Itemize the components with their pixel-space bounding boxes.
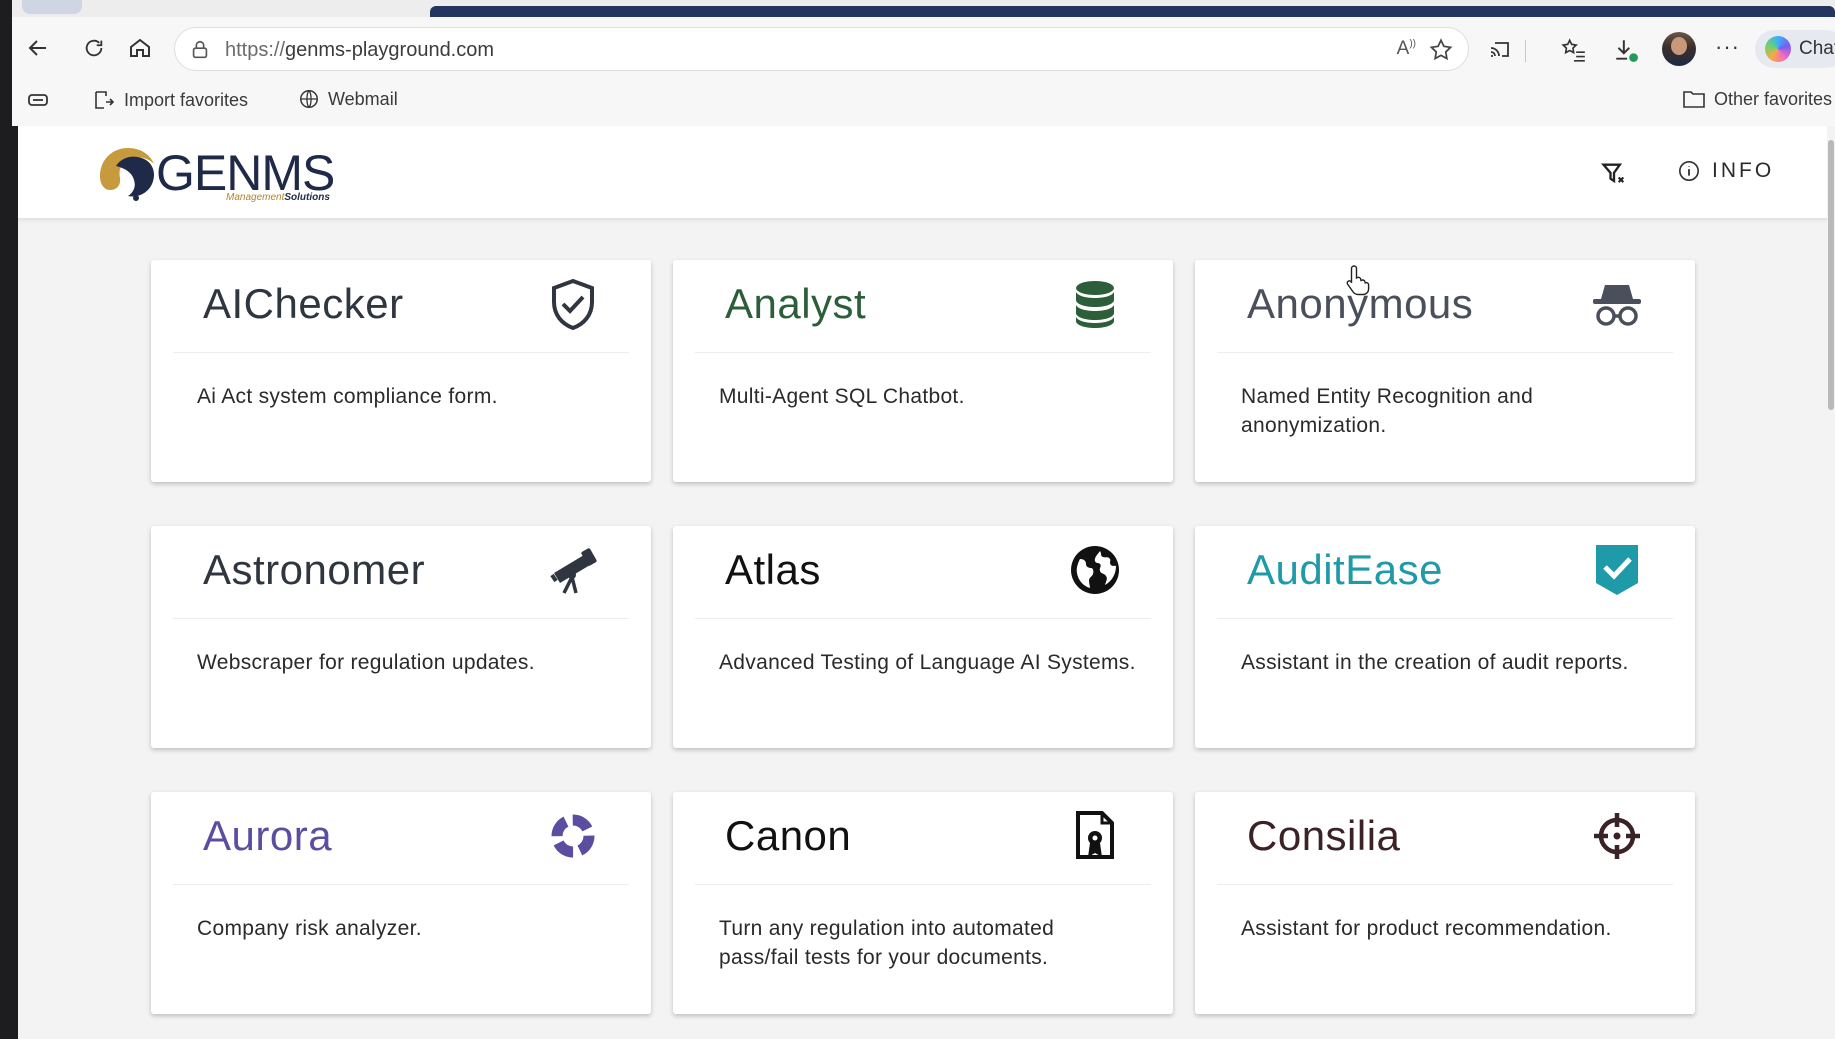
back-button[interactable] — [20, 30, 56, 66]
other-favorites-label: Other favorites — [1714, 88, 1833, 109]
card-title: Astronomer — [203, 546, 426, 593]
refresh-button[interactable] — [76, 30, 112, 66]
card-description: Named Entity Recognition and anonymizati… — [1241, 385, 1534, 437]
card-title: Aurora — [203, 812, 333, 859]
globe-small-icon — [300, 90, 318, 108]
more-options-icon[interactable]: ··· — [1715, 34, 1740, 60]
card-canon[interactable]: Canon Turn any regulation into automated… — [673, 792, 1173, 1014]
page-viewport: GENMS ManagementSolutions INFO AIChecker… — [18, 126, 1835, 1039]
site-info-icon[interactable] — [189, 39, 211, 61]
aurora-ring-icon — [547, 810, 599, 862]
card-aichecker[interactable]: AIChecker Ai Act system compliance form. — [151, 260, 651, 482]
webmail-link[interactable]: Webmail — [298, 88, 398, 110]
sidebar-toggle[interactable] — [26, 88, 50, 112]
telescope-icon — [547, 544, 599, 596]
downloads-icon[interactable] — [1612, 36, 1640, 64]
card-description: Ai Act system compliance form. — [197, 385, 498, 408]
cast-icon[interactable] — [1486, 36, 1514, 64]
card-title: Atlas — [725, 546, 821, 593]
card-divider — [1217, 884, 1673, 885]
browser-chrome: https://genms-playground.com A)) ··· Cha… — [12, 0, 1835, 126]
card-divider — [695, 352, 1151, 353]
card-analyst[interactable]: Analyst Multi-Agent SQL Chatbot. — [673, 260, 1173, 482]
back-arrow-icon — [28, 40, 46, 56]
card-title: Canon — [725, 812, 852, 859]
favorites-bar: Import favorites Webmail Other favorites — [12, 80, 1835, 122]
other-favorites-folder[interactable]: Other favorites — [1682, 88, 1832, 110]
check-badge-icon — [1591, 544, 1643, 596]
card-divider — [173, 352, 629, 353]
webmail-label: Webmail — [328, 88, 398, 109]
copilot-label: Chat — [1799, 38, 1835, 59]
navigation-bar: https://genms-playground.com A)) ··· Cha… — [12, 20, 1835, 78]
page-scrollbar[interactable] — [1827, 126, 1835, 1039]
tab-strip — [12, 0, 1835, 17]
import-favorites-label: Import favorites — [124, 89, 249, 110]
toolbar-divider — [1525, 40, 1526, 62]
active-tab[interactable] — [430, 6, 1835, 17]
card-title: Analyst — [725, 280, 867, 327]
copilot-chat-button[interactable]: Chat — [1755, 30, 1835, 68]
card-description: Webscraper for regulation updates. — [197, 651, 535, 674]
logo-tagline-a: Management — [226, 192, 285, 203]
home-button[interactable] — [122, 30, 158, 66]
folder-icon — [1683, 91, 1705, 108]
info-icon — [1679, 161, 1699, 181]
card-divider — [1217, 618, 1673, 619]
info-label: INFO — [1712, 159, 1775, 182]
database-icon — [1069, 278, 1121, 330]
filter-icon — [1600, 163, 1625, 184]
incognito-icon — [1591, 278, 1643, 330]
card-description: Multi-Agent SQL Chatbot. — [719, 385, 965, 408]
genms-logo[interactable]: GENMS ManagementSolutions — [94, 140, 354, 206]
card-title: Consilia — [1247, 812, 1401, 859]
card-description: Turn any regulation into automated pass/… — [719, 917, 1055, 969]
card-astronomer[interactable]: Astronomer Webscraper for regulation upd… — [151, 526, 651, 748]
url-text[interactable]: https://genms-playground.com — [225, 39, 494, 62]
card-title: AIChecker — [203, 280, 404, 327]
scrollbar-thumb[interactable] — [1828, 140, 1834, 410]
card-atlas[interactable]: Atlas Advanced Testing of Language AI Sy… — [673, 526, 1173, 748]
browser-tab[interactable] — [22, 0, 82, 14]
address-bar[interactable]: https://genms-playground.com A)) — [174, 27, 1469, 71]
card-divider — [695, 884, 1151, 885]
info-button[interactable]: INFO — [1678, 159, 1774, 183]
home-icon — [130, 38, 150, 57]
card-description: Assistant for product recommendation. — [1241, 917, 1612, 940]
card-divider — [173, 618, 629, 619]
genms-logo-mark — [100, 148, 154, 201]
card-title: AuditEase — [1247, 546, 1443, 593]
card-auditease[interactable]: AuditEase Assistant in the creation of a… — [1195, 526, 1695, 748]
filter-button[interactable] — [1600, 160, 1628, 188]
card-description: Advanced Testing of Language AI Systems. — [719, 651, 1136, 674]
import-icon — [95, 91, 115, 109]
import-favorites-link[interactable]: Import favorites — [92, 88, 248, 112]
read-aloud-icon[interactable]: A)) — [1397, 38, 1416, 60]
card-divider — [695, 618, 1151, 619]
card-description: Assistant in the creation of audit repor… — [1241, 651, 1629, 674]
card-divider — [173, 884, 629, 885]
logo-tagline: ManagementSolutions — [226, 192, 330, 203]
globe-icon — [1069, 544, 1121, 596]
shield-check-icon — [547, 278, 599, 330]
url-scheme: https:// — [225, 39, 286, 61]
card-consilia[interactable]: Consilia Assistant for product recommend… — [1195, 792, 1695, 1014]
card-aurora[interactable]: Aurora Company risk analyzer. — [151, 792, 651, 1014]
card-divider — [1217, 352, 1673, 353]
hand-cursor-icon — [1346, 265, 1370, 296]
logo-tagline-b: Solutions — [284, 192, 330, 203]
copilot-icon — [1765, 36, 1791, 62]
card-anonymous[interactable]: Anonymous Named Entity Recognition and a… — [1195, 260, 1695, 482]
tab-actions-icon — [28, 94, 48, 106]
profile-avatar[interactable] — [1662, 32, 1696, 66]
certificate-file-icon — [1069, 810, 1121, 862]
favorite-star-icon[interactable] — [1428, 37, 1454, 63]
favorites-list-icon[interactable] — [1560, 36, 1588, 64]
crosshair-icon — [1591, 810, 1643, 862]
app-header: GENMS ManagementSolutions INFO — [18, 126, 1828, 220]
url-host: genms-playground.com — [285, 39, 495, 61]
card-description: Company risk analyzer. — [197, 917, 422, 940]
refresh-icon — [85, 39, 103, 57]
